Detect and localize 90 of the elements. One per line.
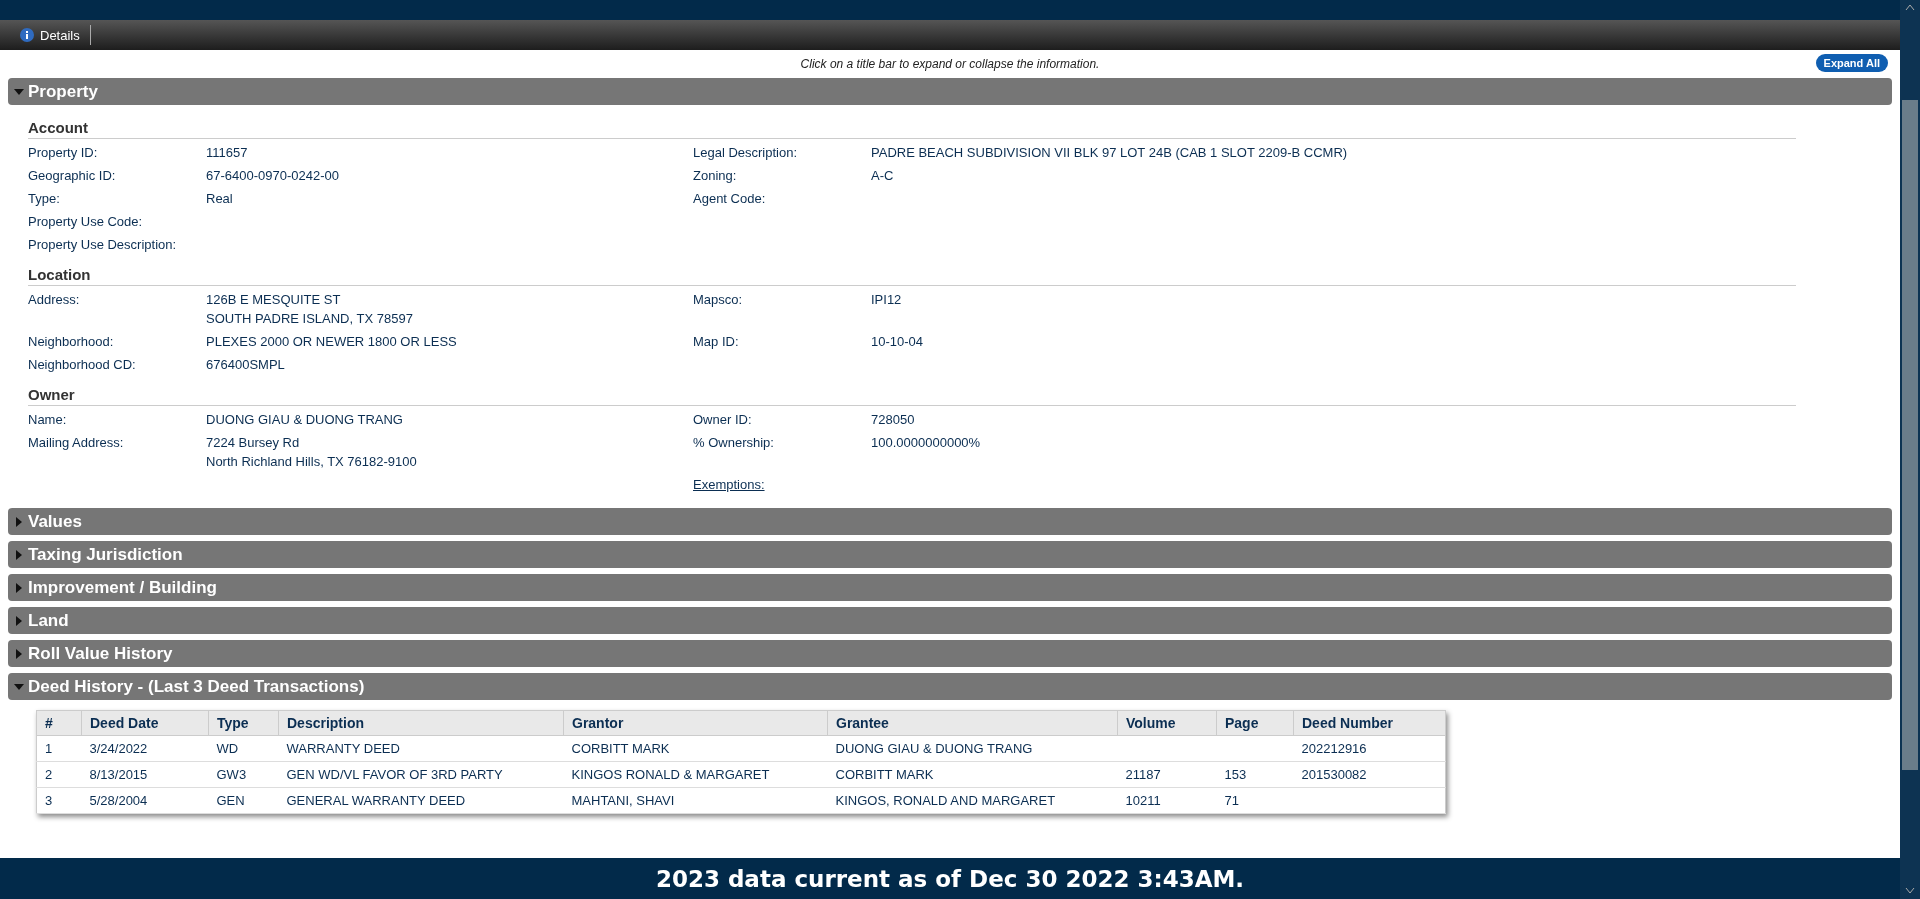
field-value: 67-6400-0970-0242-00 [206, 167, 340, 185]
field-label: Property Use Description: [28, 236, 178, 254]
exemptions-link[interactable]: Exemptions: [693, 475, 765, 494]
section-title: Deed History - (Last 3 Deed Transactions) [28, 676, 365, 697]
table-cell: CORBITT MARK [827, 761, 1118, 788]
table-cell: 21187 [1117, 761, 1217, 788]
field-label: Address: [28, 291, 81, 309]
field-value: 111657 [206, 144, 249, 162]
table-cell: 71 [1216, 787, 1294, 814]
field-value: 126B E MESQUITE ST [206, 291, 342, 309]
field-label: Type: [28, 190, 61, 208]
section-title: Land [28, 610, 69, 631]
section-title-bar[interactable]: Improvement / Building [8, 574, 1892, 601]
column-header: Volume [1117, 710, 1217, 736]
info-icon [20, 28, 34, 42]
field-value: PLEXES 2000 OR NEWER 1800 OR LESS [206, 333, 458, 351]
column-header: Grantor [563, 710, 828, 736]
field-value: 100.0000000000% [871, 434, 982, 452]
table-cell: 8/13/2015 [81, 761, 209, 788]
section-title: Property [28, 81, 98, 102]
field-value: PADRE BEACH SUBDIVISION VII BLK 97 LOT 24B (CAB 1 SLOT 2209-B CCMR) [871, 144, 1349, 162]
field-label: % Ownership: [693, 434, 775, 452]
details-button[interactable]: Details [20, 25, 91, 45]
table-cell: 10211 [1117, 787, 1217, 814]
table-cell: GW3 [208, 761, 279, 788]
table-cell: 153 [1216, 761, 1294, 788]
field-value: A-C [871, 167, 895, 185]
field-label: Zoning: [693, 167, 738, 185]
section-title-bar[interactable]: Roll Value History [8, 640, 1892, 667]
column-header: Description [278, 710, 564, 736]
field-value: SOUTH PADRE ISLAND, TX 78597 [206, 310, 414, 328]
column-header: Grantee [827, 710, 1118, 736]
field-label: Owner ID: [693, 411, 753, 429]
section-title: Roll Value History [28, 643, 173, 664]
field-label: Geographic ID: [28, 167, 117, 185]
table-cell: 1 [36, 735, 82, 762]
table-cell: 3/24/2022 [81, 735, 209, 762]
table-cell: WD [208, 735, 279, 762]
expand-all-button[interactable]: Expand All [1815, 54, 1888, 72]
field-label: Name: [28, 411, 68, 429]
group-title: Owner [28, 378, 1796, 406]
column-header: Deed Date [81, 710, 209, 736]
table-cell: 5/28/2004 [81, 787, 209, 814]
field-label: Map ID: [693, 333, 740, 351]
table-cell: KINGOS RONALD & MARGARET [563, 761, 828, 788]
table-cell: WARRANTY DEED [278, 735, 564, 762]
section-title-bar[interactable]: Taxing Jurisdiction [8, 541, 1892, 568]
table-cell: DUONG GIAU & DUONG TRANG [827, 735, 1118, 762]
section-title-bar[interactable]: Land [8, 607, 1892, 634]
section-title-bar[interactable]: Property [8, 78, 1892, 105]
table-cell: GEN WD/VL FAVOR OF 3RD PARTY [278, 761, 564, 788]
table-cell: 2 [36, 761, 82, 788]
field-value: IPI12 [871, 291, 903, 309]
field-value: 676400SMPL [206, 356, 286, 374]
group-title: Location [28, 258, 1796, 286]
field-label: Property Use Code: [28, 213, 144, 231]
field-label: Property ID: [28, 144, 99, 162]
scrollbar[interactable] [1900, 0, 1920, 899]
field-label: Neighborhood CD: [28, 356, 137, 374]
field-label: Mailing Address: [28, 434, 125, 452]
field-label: Legal Description: [693, 144, 799, 162]
table-cell: KINGOS, RONALD AND MARGARET [827, 787, 1118, 814]
column-header: # [36, 710, 82, 736]
section-title-bar[interactable]: Deed History - (Last 3 Deed Transactions) [8, 673, 1892, 700]
table-cell: 201530082 [1293, 761, 1446, 788]
field-label: Mapsco: [693, 291, 744, 309]
field-value: 728050 [871, 411, 916, 429]
table-cell: MAHTANI, SHAVI [563, 787, 828, 814]
field-value: 10-10-04 [871, 333, 925, 351]
group-title: Account [28, 111, 1796, 139]
field-label: Agent Code: [693, 190, 767, 208]
column-header: Page [1216, 710, 1294, 736]
table-cell: GEN [208, 787, 279, 814]
table-cell: CORBITT MARK [563, 735, 828, 762]
table-cell: 202212916 [1293, 735, 1446, 762]
section-title: Improvement / Building [28, 577, 217, 598]
hint-text: Click on a title bar to expand or collapse the information. [800, 57, 1100, 71]
field-label: Neighborhood: [28, 333, 115, 351]
section-title: Values [28, 511, 82, 532]
field-value: Real [206, 190, 234, 208]
table-cell: 3 [36, 787, 82, 814]
column-header: Deed Number [1293, 710, 1446, 736]
field-value: DUONG GIAU & DUONG TRANG [206, 411, 404, 429]
field-value: 7224 Bursey Rd [206, 434, 301, 452]
field-value: North Richland Hills, TX 76182-9100 [206, 453, 418, 471]
table-cell: GENERAL WARRANTY DEED [278, 787, 564, 814]
section-title-bar[interactable]: Values [8, 508, 1892, 535]
column-header: Type [208, 710, 279, 736]
section-title: Taxing Jurisdiction [28, 544, 183, 565]
data-date-text: 2023 data current as of Dec 30 2022 3:43AM. [655, 865, 1245, 892]
